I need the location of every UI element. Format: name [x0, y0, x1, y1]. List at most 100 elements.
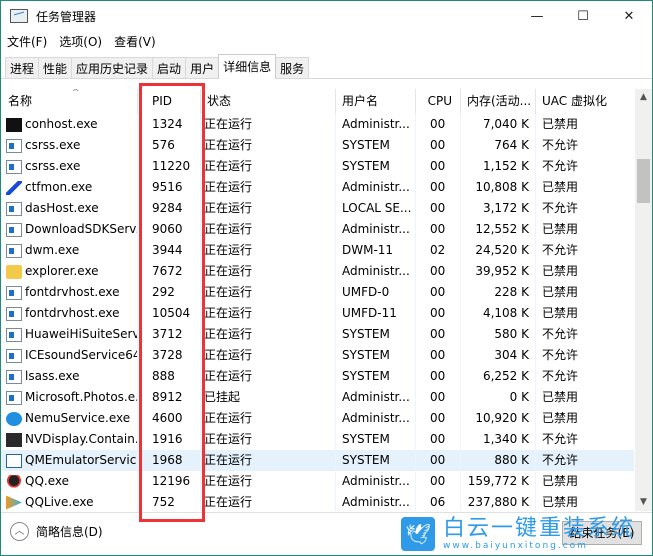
table-row[interactable]: DownloadSDKServ... 9060 正在运行 Administr... 00…: [2, 219, 634, 240]
tab-startup[interactable]: 启动: [152, 57, 187, 79]
cpu-cell: 00: [416, 114, 461, 135]
process-name-cell: csrss.exe: [2, 135, 138, 156]
table-row[interactable]: fontdrvhost.exe 10504 正在运行 UMFD-11 00 4,108 K…: [2, 303, 634, 324]
cmd-process-icon: [6, 117, 22, 132]
uac-cell: 已禁用: [542, 264, 579, 278]
process-name-cell: HuaweiHiSuiteServi...: [2, 324, 138, 345]
table-row[interactable]: QQLive.exe 752 正在运行 Administr... 06 237,880 K…: [2, 492, 634, 511]
process-name: csrss.exe: [25, 159, 81, 173]
table-row[interactable]: QQ.exe 12196 正在运行 Administr... 00 159,772 K 已禁…: [2, 471, 634, 492]
table-row[interactable]: explorer.exe 7672 正在运行 Administr... 00 39,952…: [2, 261, 634, 282]
pid-cell: 11220: [138, 156, 201, 177]
table-row[interactable]: csrss.exe 11220 正在运行 SYSTEM 00 1,152 K 不允许: [2, 156, 634, 177]
pid-cell: 1324: [138, 114, 201, 135]
status-cell: 正在运行: [201, 198, 336, 219]
table-row[interactable]: conhost.exe 1324 正在运行 Administr... 00 7,040 K…: [2, 114, 634, 135]
column-header-pid[interactable]: PID: [138, 89, 201, 114]
column-header-name[interactable]: ^ 名称: [2, 89, 138, 114]
process-name-cell: QMEmulatorServic...: [2, 450, 138, 471]
memory-cell: 3,172 K: [461, 198, 536, 219]
tab-performance[interactable]: 性能: [38, 57, 73, 79]
sort-ascending-icon: ^: [72, 89, 80, 98]
uac-cell: 不允许: [542, 159, 579, 173]
process-name-cell: ctfmon.exe: [2, 177, 138, 198]
menu-file[interactable]: 文件(F): [1, 32, 53, 52]
process-name: NemuService.exe: [25, 411, 131, 425]
tab-app-history[interactable]: 应用历史记录: [71, 57, 154, 79]
memory-cell: 6,252 K: [461, 366, 536, 387]
folder-process-icon: [6, 264, 22, 279]
memory-cell: 159,772 K: [461, 471, 536, 492]
username-cell: Administr...: [336, 387, 416, 408]
column-header-username[interactable]: 用户名: [336, 89, 416, 114]
cpu-cell: 00: [416, 219, 461, 240]
process-name: explorer.exe: [25, 264, 99, 278]
table-row[interactable]: csrss.exe 576 正在运行 SYSTEM 00 764 K 不允许: [2, 135, 634, 156]
tab-divider: [1, 78, 652, 79]
username-cell: DWM-11: [336, 240, 416, 261]
table-row[interactable]: NVDisplay.Contain... 1916 正在运行 SYSTEM 00 1,34…: [2, 429, 634, 450]
std-process-icon: [6, 243, 22, 258]
column-header-memory[interactable]: 内存(活动...: [461, 89, 536, 114]
process-name: fontdrvhost.exe: [25, 285, 120, 299]
menu-view[interactable]: 查看(V): [108, 32, 162, 52]
tab-details[interactable]: 详细信息: [218, 54, 277, 79]
scroll-down-icon[interactable]: ▼: [635, 494, 652, 511]
table-row[interactable]: Microsoft.Photos.e... 8912 已挂起 Administr...…: [2, 387, 634, 408]
std-process-icon: [6, 222, 22, 237]
nemu-process-icon: [6, 411, 22, 426]
status-cell: 正在运行: [201, 156, 336, 177]
window-title: 任务管理器: [36, 9, 97, 24]
tab-users[interactable]: 用户: [185, 57, 220, 79]
memory-cell: 304 K: [461, 345, 536, 366]
uac-cell: 已禁用: [542, 306, 579, 320]
cpu-cell: 00: [416, 261, 461, 282]
process-name: lsass.exe: [25, 369, 80, 383]
table-row[interactable]: fontdrvhost.exe 292 正在运行 UMFD-0 00 228 K 已禁用: [2, 282, 634, 303]
table-row[interactable]: ICEsoundService64...3728正在运行SYSTEM00304 …: [2, 345, 634, 366]
table-row[interactable]: lsass.exe 888 正在运行 SYSTEM 00 6,252 K 不允许: [2, 366, 634, 387]
nv-process-icon: [6, 432, 22, 447]
process-name: ICEsoundService64...: [25, 348, 137, 362]
cpu-cell: 00: [416, 156, 461, 177]
fewer-details-label: 简略信息(D): [36, 525, 103, 539]
task-manager-icon: [10, 9, 28, 23]
details-table: ^ 名称 PID 状态 用户名 CPU 内存(活动... UAC 虚拟化 conh…: [2, 89, 634, 511]
end-task-button[interactable]: 结束任务(E): [562, 521, 642, 545]
pid-cell: 576: [138, 135, 201, 156]
pid-cell: 1916: [138, 429, 201, 450]
process-name: NVDisplay.Contain...: [25, 432, 138, 446]
table-row[interactable]: NemuService.exe 4600 正在运行 Administr... 00 10,…: [2, 408, 634, 429]
menu-options[interactable]: 选项(O): [53, 32, 108, 52]
tab-services[interactable]: 服务: [275, 57, 310, 79]
tab-processes[interactable]: 进程: [5, 57, 40, 79]
scroll-up-icon[interactable]: ▲: [635, 89, 652, 106]
process-name-cell: QQ.exe: [2, 471, 138, 492]
process-name: conhost.exe: [25, 117, 98, 131]
pid-cell: 9516: [138, 177, 201, 198]
fewer-details-button[interactable]: ︿ 简略信息(D): [10, 522, 103, 541]
table-row[interactable]: dwm.exe 3944 正在运行 DWM-11 02 24,520 K 不允许: [2, 240, 634, 261]
status-cell: 正在运行: [201, 408, 336, 429]
status-cell: 正在运行: [201, 282, 336, 303]
process-name-cell: QQLive.exe: [2, 492, 138, 511]
table-row[interactable]: dasHost.exe 9284 正在运行 LOCAL SE... 00 3,172 K 不…: [2, 198, 634, 219]
close-button[interactable]: ✕: [606, 1, 652, 31]
column-header-uac[interactable]: UAC 虚拟化: [536, 89, 634, 114]
table-row[interactable]: QMEmulatorServic... 1968 正在运行 SYSTEM 00 880 K…: [2, 450, 634, 471]
table-row[interactable]: ctfmon.exe 9516 正在运行 Administr... 00 10,808 K…: [2, 177, 634, 198]
status-cell: 正在运行: [201, 135, 336, 156]
cpu-cell: 06: [416, 492, 461, 511]
maximize-button[interactable]: ☐: [560, 1, 606, 31]
scrollbar-thumb[interactable]: [637, 159, 650, 203]
minimize-button[interactable]: —: [514, 1, 560, 31]
column-header-status[interactable]: 状态: [201, 89, 336, 114]
qqlive-process-icon: [6, 495, 22, 510]
column-header-cpu[interactable]: CPU: [416, 89, 461, 114]
table-row[interactable]: HuaweiHiSuiteServi...3712正在运行SYSTEM00580…: [2, 324, 634, 345]
status-cell: 正在运行: [201, 492, 336, 511]
username-cell: Administr...: [336, 471, 416, 492]
process-name: csrss.exe: [25, 138, 81, 152]
vertical-scrollbar[interactable]: ▲ ▼: [635, 89, 652, 511]
pid-cell: 292: [138, 282, 201, 303]
